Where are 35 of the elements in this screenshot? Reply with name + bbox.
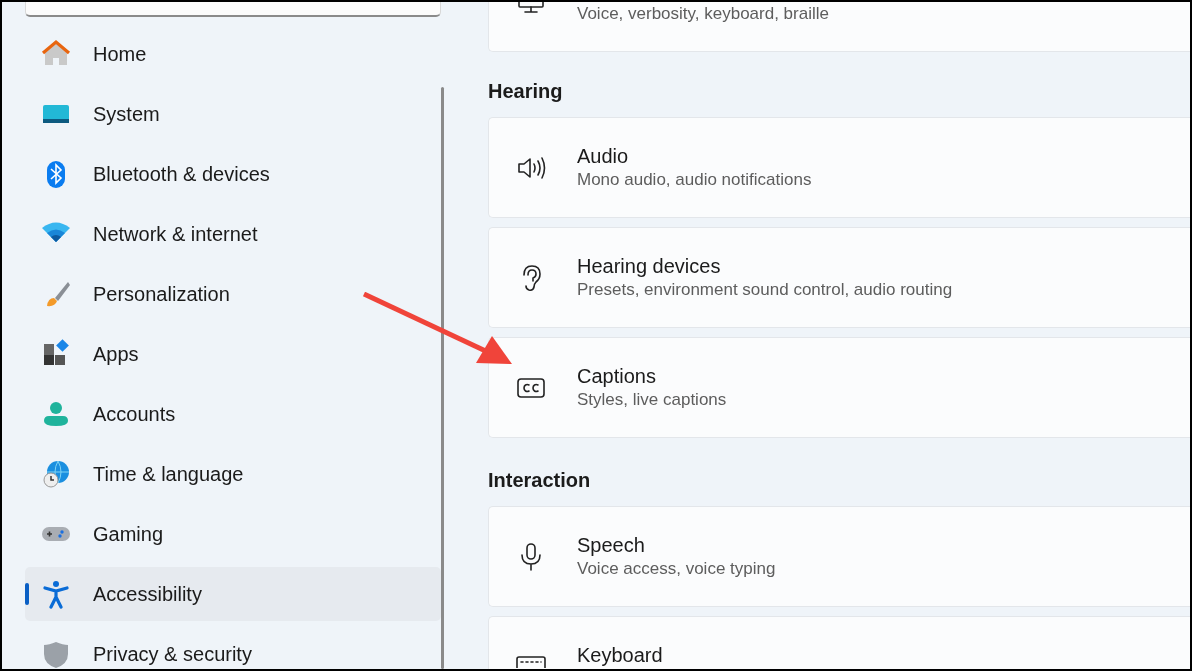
card-title: Captions xyxy=(577,364,657,389)
accessibility-icon xyxy=(41,579,71,609)
sidebar-item[interactable]: Home xyxy=(25,27,441,81)
card-subtitle: Voice access, voice typing xyxy=(577,558,776,580)
person-icon xyxy=(41,399,71,429)
sidebar-item[interactable]: Accessibility xyxy=(25,567,441,621)
settings-card[interactable]: Voice, verbosity, keyboard, braille xyxy=(488,2,1190,52)
section-heading: Interaction xyxy=(488,468,592,492)
card-title: Speech xyxy=(577,533,646,558)
sidebar-item[interactable]: Apps xyxy=(25,327,441,381)
section-heading: Hearing xyxy=(488,79,564,103)
settings-card[interactable]: Keyboard xyxy=(488,616,1190,669)
card-subtitle: Voice, verbosity, keyboard, braille xyxy=(577,3,829,25)
sidebar-item[interactable]: Personalization xyxy=(25,267,441,321)
card-subtitle: Presets, environment sound control, audio routing xyxy=(577,279,953,301)
sidebar-item[interactable]: Accounts xyxy=(25,387,441,441)
card-subtitle: Styles, live captions xyxy=(577,389,727,411)
settings-card[interactable]: Audio Mono audio, audio notifications xyxy=(488,117,1190,218)
card-title: Keyboard xyxy=(577,643,663,668)
sidebar-item[interactable]: System xyxy=(25,87,441,141)
card-title: Audio xyxy=(577,144,630,169)
card-title: Hearing devices xyxy=(577,254,722,279)
settings-card[interactable]: Captions Styles, live captions xyxy=(488,337,1190,438)
sidebar-item[interactable]: Network & internet xyxy=(25,207,441,261)
settings-card[interactable]: Hearing devices Presets, environment sound control, audio routing xyxy=(488,227,1190,328)
settings-card[interactable]: Speech Voice access, voice typing xyxy=(488,506,1190,607)
card-subtitle: Mono audio, audio notifications xyxy=(577,169,812,191)
globe-icon xyxy=(41,459,71,489)
sidebar-item[interactable]: Gaming xyxy=(25,507,441,561)
sidebar-item[interactable]: Time & language xyxy=(25,447,441,501)
sidebar-item[interactable]: Bluetooth & devices xyxy=(25,147,441,201)
shield-icon xyxy=(41,639,71,669)
keyboard-icon xyxy=(515,656,547,668)
scrollbar[interactable] xyxy=(441,87,444,669)
sidebar-item[interactable]: Privacy & security xyxy=(25,627,441,669)
